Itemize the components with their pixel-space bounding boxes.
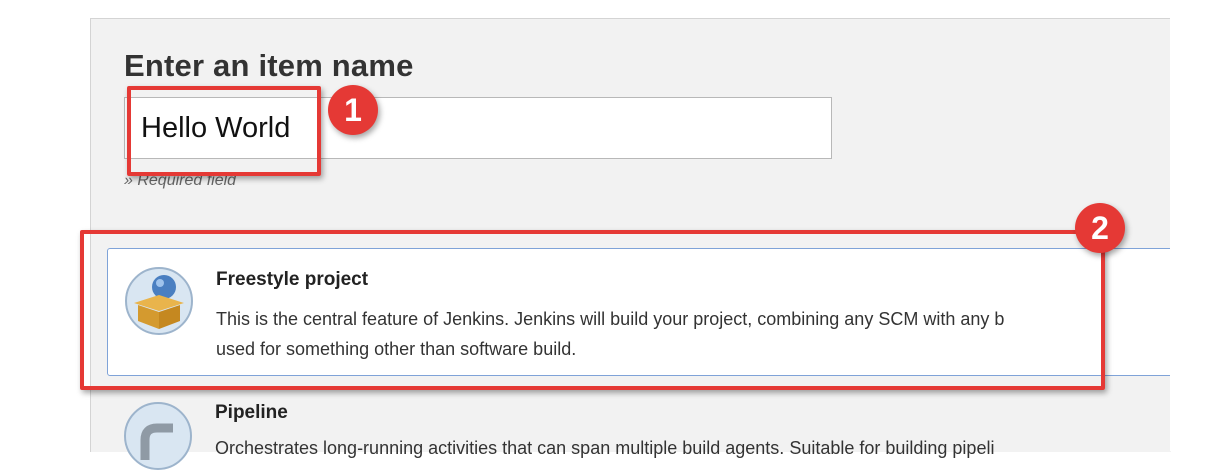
annotation-badge-2: 2 bbox=[1075, 203, 1125, 253]
page-right-margin bbox=[1170, 0, 1223, 451]
annotation-box-1 bbox=[127, 86, 321, 176]
item-type-description: Orchestrates long-running activities tha… bbox=[215, 438, 995, 458]
annotation-box-2 bbox=[80, 230, 1105, 390]
annotation-badge-1: 1 bbox=[328, 85, 378, 135]
pipeline-icon bbox=[124, 402, 192, 470]
item-type-label: Pipeline bbox=[215, 402, 288, 423]
item-type-pipeline[interactable]: Pipeline Orchestrates long-running activ… bbox=[107, 390, 1177, 470]
page-title: Enter an item name bbox=[124, 48, 414, 83]
